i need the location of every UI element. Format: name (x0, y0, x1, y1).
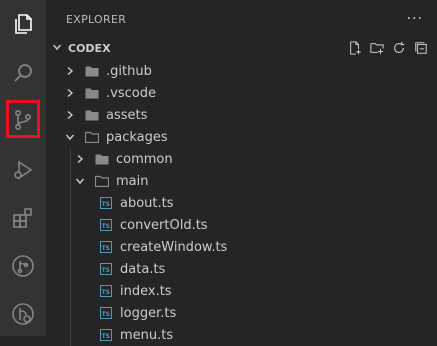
run-debug-icon[interactable] (0, 148, 46, 192)
tree-file[interactable]: TS logger.ts (46, 302, 437, 324)
chevron-right-icon (62, 110, 78, 120)
ts-badge: TS (100, 307, 112, 319)
typescript-file-icon: TS (98, 240, 114, 254)
refresh-icon[interactable] (391, 40, 407, 56)
tree-item-label: logger.ts (120, 305, 177, 321)
tree-item-label: common (116, 151, 173, 167)
explorer-title: EXPLORER (66, 12, 127, 26)
ts-badge: TS (100, 285, 112, 297)
tree-item-label: .github (106, 63, 152, 79)
typescript-file-icon: TS (98, 328, 114, 342)
tree-folder[interactable]: common (46, 148, 437, 170)
chevron-right-icon (72, 154, 88, 164)
activity-bar (0, 0, 46, 336)
typescript-file-icon: TS (98, 284, 114, 298)
typescript-file-icon: TS (98, 196, 114, 210)
highlight-box (6, 100, 40, 138)
folder-icon (84, 64, 100, 78)
folder-icon (94, 152, 110, 166)
tree-folder[interactable]: assets (46, 104, 437, 126)
chevron-down-icon (52, 42, 62, 55)
new-file-icon[interactable] (347, 40, 363, 56)
tree-folder[interactable]: packages (46, 126, 437, 148)
ts-badge: TS (100, 219, 112, 231)
tree-file[interactable]: TS index.ts (46, 280, 437, 302)
tree-file[interactable]: TS menu.ts (46, 324, 437, 346)
tree-item-label: index.ts (120, 283, 172, 299)
ts-badge: TS (100, 329, 112, 341)
collapse-all-icon[interactable] (413, 40, 429, 56)
tree-item-label: packages (106, 129, 168, 145)
ts-badge: TS (100, 197, 112, 209)
chevron-down-icon (62, 132, 78, 142)
tree-file[interactable]: TS convertOld.ts (46, 214, 437, 236)
tree-item-label: .vscode (106, 85, 156, 101)
chevron-down-icon (72, 176, 88, 186)
git-graph-icon[interactable] (0, 244, 46, 288)
file-tree: .github .vscode assets packages common main TS… (46, 60, 437, 346)
indent-guide (70, 148, 71, 346)
typescript-file-icon: TS (98, 262, 114, 276)
chevron-right-icon (62, 66, 78, 76)
tree-folder[interactable]: .github (46, 60, 437, 82)
folder-open-icon (94, 174, 110, 188)
folder-icon (84, 108, 100, 122)
tree-file[interactable]: TS about.ts (46, 192, 437, 214)
chevron-right-icon (62, 88, 78, 98)
tree-folder[interactable]: main (46, 170, 437, 192)
more-actions-icon[interactable]: ··· (407, 11, 423, 27)
typescript-file-icon: TS (98, 218, 114, 232)
typescript-file-icon: TS (98, 306, 114, 320)
extensions-icon[interactable] (0, 196, 46, 240)
workspace-name: CODEX (68, 41, 111, 55)
explorer-header: EXPLORER ··· (46, 0, 437, 38)
tree-folder[interactable]: .vscode (46, 82, 437, 104)
tree-item-label: menu.ts (120, 327, 174, 343)
explorer-icon[interactable] (0, 2, 46, 46)
tree-item-label: convertOld.ts (120, 217, 208, 233)
search-icon[interactable] (0, 52, 46, 96)
folder-icon (84, 86, 100, 100)
tree-file[interactable]: TS createWindow.ts (46, 236, 437, 258)
new-folder-icon[interactable] (369, 40, 385, 56)
tree-item-label: createWindow.ts (120, 239, 228, 255)
tree-item-label: assets (106, 107, 148, 123)
workspace-section-header[interactable]: CODEX (46, 38, 437, 58)
tree-item-label: about.ts (120, 195, 174, 211)
ts-badge: TS (100, 263, 112, 275)
explorer-sidebar: EXPLORER ··· CODEX .github .vscode asset… (46, 0, 437, 346)
tree-file[interactable]: TS data.ts (46, 258, 437, 280)
tree-item-label: main (116, 173, 149, 189)
folder-open-icon (84, 130, 100, 144)
ts-badge: TS (100, 241, 112, 253)
tree-item-label: data.ts (120, 261, 166, 277)
git-lens-icon[interactable] (0, 292, 46, 336)
